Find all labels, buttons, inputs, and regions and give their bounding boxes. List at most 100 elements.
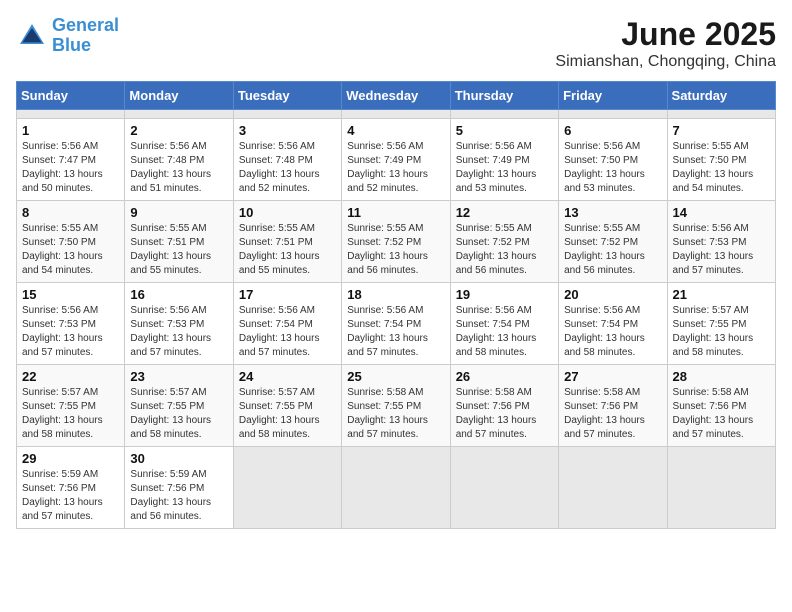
calendar-cell: 19 Sunrise: 5:56 AMSunset: 7:54 PMDayligh…: [450, 283, 558, 365]
calendar-cell: 7 Sunrise: 5:55 AMSunset: 7:50 PMDaylight…: [667, 119, 775, 201]
day-info: Sunrise: 5:56 AMSunset: 7:47 PMDaylight:…: [22, 140, 119, 196]
day-info: Sunrise: 5:56 AMSunset: 7:54 PMDaylight:…: [564, 304, 661, 360]
day-number: 14: [673, 205, 770, 220]
calendar-cell: [342, 110, 450, 119]
day-info: Sunrise: 5:55 AMSunset: 7:50 PMDaylight:…: [22, 222, 119, 278]
day-info: Sunrise: 5:57 AMSunset: 7:55 PMDaylight:…: [130, 386, 227, 442]
calendar-cell: 9 Sunrise: 5:55 AMSunset: 7:51 PMDaylight…: [125, 201, 233, 283]
calendar-cell: 3 Sunrise: 5:56 AMSunset: 7:48 PMDaylight…: [233, 119, 341, 201]
calendar-cell: 6Sunrise: 5:56 AMSunset: 7:50 PMDaylight…: [559, 119, 667, 201]
calendar-cell: 27 Sunrise: 5:58 AMSunset: 7:56 PMDayligh…: [559, 365, 667, 447]
day-number: 1: [22, 123, 119, 138]
day-number: 26: [456, 369, 553, 384]
day-number: 22: [22, 369, 119, 384]
calendar-cell: [450, 110, 558, 119]
calendar-week-row: 1 Sunrise: 5:56 AMSunset: 7:47 PMDaylight…: [17, 119, 776, 201]
calendar-cell: 16 Sunrise: 5:56 AMSunset: 7:53 PMDayligh…: [125, 283, 233, 365]
calendar-week-row: 15 Sunrise: 5:56 AMSunset: 7:53 PMDayligh…: [17, 283, 776, 365]
day-number: 12: [456, 205, 553, 220]
day-number: 21: [673, 287, 770, 302]
day-info: Sunrise: 5:58 AMSunset: 7:56 PMDaylight:…: [456, 386, 553, 442]
header-day: Friday: [559, 82, 667, 110]
day-info: Sunrise: 5:57 AMSunset: 7:55 PMDaylight:…: [673, 304, 770, 360]
calendar-cell: [233, 447, 341, 529]
day-number: 9: [130, 205, 227, 220]
day-number: 10: [239, 205, 336, 220]
calendar-cell: 21 Sunrise: 5:57 AMSunset: 7:55 PMDayligh…: [667, 283, 775, 365]
day-info: Sunrise: 5:56 AMSunset: 7:48 PMDaylight:…: [239, 140, 336, 196]
calendar-cell: 23 Sunrise: 5:57 AMSunset: 7:55 PMDayligh…: [125, 365, 233, 447]
header-day: Sunday: [17, 82, 125, 110]
day-number: 7: [673, 123, 770, 138]
day-number: 4: [347, 123, 444, 138]
calendar-cell: 29Sunrise: 5:59 AMSunset: 7:56 PMDayligh…: [17, 447, 125, 529]
calendar-week-row: 8 Sunrise: 5:55 AMSunset: 7:50 PMDaylight…: [17, 201, 776, 283]
day-number: 11: [347, 205, 444, 220]
calendar-cell: [559, 447, 667, 529]
day-info: Sunrise: 5:55 AMSunset: 7:52 PMDaylight:…: [456, 222, 553, 278]
day-number: 3: [239, 123, 336, 138]
day-number: 15: [22, 287, 119, 302]
day-number: 25: [347, 369, 444, 384]
calendar-cell: 26 Sunrise: 5:58 AMSunset: 7:56 PMDayligh…: [450, 365, 558, 447]
day-info: Sunrise: 5:55 AMSunset: 7:50 PMDaylight:…: [673, 140, 770, 196]
header-day: Wednesday: [342, 82, 450, 110]
day-number: 16: [130, 287, 227, 302]
logo-icon: [16, 20, 48, 52]
day-number: 27: [564, 369, 661, 384]
calendar-cell: 5 Sunrise: 5:56 AMSunset: 7:49 PMDaylight…: [450, 119, 558, 201]
day-number: 5: [456, 123, 553, 138]
day-info: Sunrise: 5:58 AMSunset: 7:55 PMDaylight:…: [347, 386, 444, 442]
day-number: 19: [456, 287, 553, 302]
calendar-cell: 15 Sunrise: 5:56 AMSunset: 7:53 PMDayligh…: [17, 283, 125, 365]
header-day: Saturday: [667, 82, 775, 110]
day-info: Sunrise: 5:56 AMSunset: 7:49 PMDaylight:…: [456, 140, 553, 196]
calendar-cell: 28 Sunrise: 5:58 AMSunset: 7:56 PMDayligh…: [667, 365, 775, 447]
calendar-title: June 2025: [555, 16, 776, 53]
day-number: 17: [239, 287, 336, 302]
calendar-week-row: 22 Sunrise: 5:57 AMSunset: 7:55 PMDayligh…: [17, 365, 776, 447]
calendar-cell: [450, 447, 558, 529]
calendar-cell: 14Sunrise: 5:56 AMSunset: 7:53 PMDayligh…: [667, 201, 775, 283]
day-number: 23: [130, 369, 227, 384]
day-number: 28: [673, 369, 770, 384]
day-number: 2: [130, 123, 227, 138]
day-info: Sunrise: 5:56 AMSunset: 7:54 PMDaylight:…: [239, 304, 336, 360]
calendar-week-row: 29 Sunrise: 5:59 AMSunset: 7:56 PMDayligh…: [17, 447, 776, 529]
calendar-cell: 20Sunrise: 5:56 AMSunset: 7:54 PMDayligh…: [559, 283, 667, 365]
title-area: June 2025 Simianshan, Chongqing, China: [555, 16, 776, 71]
day-info: Sunrise: 5:57 AMSunset: 7:55 PMDaylight:…: [22, 386, 119, 442]
day-number: 29: [22, 451, 119, 466]
calendar-cell: 18Sunrise: 5:56 AMSunset: 7:54 PMDayligh…: [342, 283, 450, 365]
header-day: Tuesday: [233, 82, 341, 110]
calendar-cell: [559, 110, 667, 119]
day-number: 13: [564, 205, 661, 220]
calendar-cell: [667, 110, 775, 119]
calendar-cell: 17 Sunrise: 5:56 AMSunset: 7:54 PMDayligh…: [233, 283, 341, 365]
calendar-cell: 22 Sunrise: 5:57 AMSunset: 7:55 PMDayligh…: [17, 365, 125, 447]
day-info: Sunrise: 5:55 AMSunset: 7:51 PMDaylight:…: [130, 222, 227, 278]
day-info: Sunrise: 5:58 AMSunset: 7:56 PMDaylight:…: [564, 386, 661, 442]
day-number: 30: [130, 451, 227, 466]
day-info: Sunrise: 5:57 AMSunset: 7:55 PMDaylight:…: [239, 386, 336, 442]
calendar-cell: 12 Sunrise: 5:55 AMSunset: 7:52 PMDayligh…: [450, 201, 558, 283]
calendar-cell: [667, 447, 775, 529]
calendar-cell: 13 Sunrise: 5:55 AMSunset: 7:52 PMDayligh…: [559, 201, 667, 283]
calendar-cell: 24Sunrise: 5:57 AMSunset: 7:55 PMDayligh…: [233, 365, 341, 447]
calendar-header-row: SundayMondayTuesdayWednesdayThursdayFrid…: [17, 82, 776, 110]
day-info: Sunrise: 5:59 AMSunset: 7:56 PMDaylight:…: [130, 468, 227, 524]
day-info: Sunrise: 5:56 AMSunset: 7:54 PMDaylight:…: [456, 304, 553, 360]
day-info: Sunrise: 5:56 AMSunset: 7:49 PMDaylight:…: [347, 140, 444, 196]
day-info: Sunrise: 5:56 AMSunset: 7:53 PMDaylight:…: [22, 304, 119, 360]
day-number: 6: [564, 123, 661, 138]
day-info: Sunrise: 5:56 AMSunset: 7:48 PMDaylight:…: [130, 140, 227, 196]
calendar-cell: 30 Sunrise: 5:59 AMSunset: 7:56 PMDayligh…: [125, 447, 233, 529]
day-info: Sunrise: 5:56 AMSunset: 7:53 PMDaylight:…: [130, 304, 227, 360]
calendar-cell: 1 Sunrise: 5:56 AMSunset: 7:47 PMDaylight…: [17, 119, 125, 201]
day-info: Sunrise: 5:58 AMSunset: 7:56 PMDaylight:…: [673, 386, 770, 442]
calendar-cell: [342, 447, 450, 529]
calendar-week-row: [17, 110, 776, 119]
calendar-cell: [125, 110, 233, 119]
day-number: 8: [22, 205, 119, 220]
day-info: Sunrise: 5:55 AMSunset: 7:52 PMDaylight:…: [564, 222, 661, 278]
